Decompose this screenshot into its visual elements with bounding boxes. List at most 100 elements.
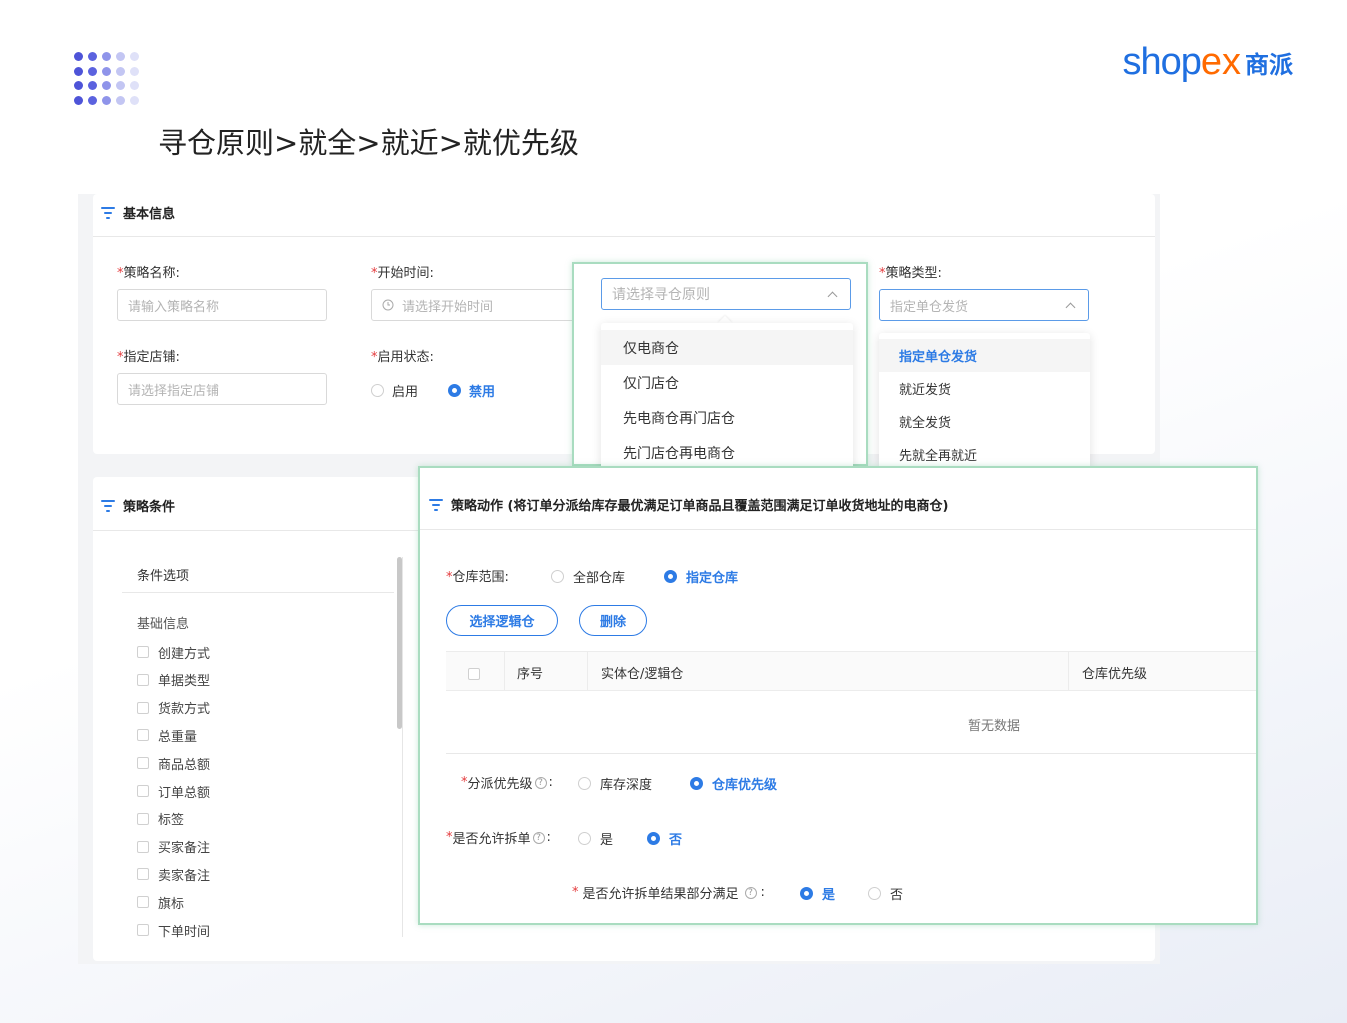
decorative-dot — [130, 52, 139, 61]
principle-select[interactable]: 请选择寻仓原则 — [601, 278, 851, 310]
logo-shop-text: shop — [1122, 40, 1201, 83]
principle-option-ecom-then-store[interactable]: 先电商仓再门店仓 — [601, 400, 853, 435]
principle-option-ecom-only[interactable]: 仅电商仓 — [601, 330, 853, 365]
select-logic-warehouse-button[interactable]: 选择逻辑仓 — [446, 605, 558, 636]
principle-dropdown: 仅电商仓 仅门店仓 先电商仓再门店仓 先门店仓再电商仓 — [601, 323, 853, 479]
principle-option-store-only[interactable]: 仅门店仓 — [601, 365, 853, 400]
logo-ex-text: ex — [1200, 40, 1241, 83]
condition-checkbox[interactable] — [137, 701, 149, 714]
type-option-single[interactable]: 指定单仓发货 — [879, 339, 1090, 372]
condition-item[interactable]: 下单时间 — [137, 921, 211, 940]
condition-item-label: 下单时间 — [158, 924, 211, 940]
radio-circle-selected — [448, 384, 461, 397]
condition-item-label: 标签 — [158, 813, 185, 829]
start-time-label: *开始时间: — [371, 266, 434, 281]
action-title-text: 策略动作 (将订单分派给库存最优满足订单商品且覆盖范围满足订单收货地址的电商仓) — [451, 499, 949, 514]
radio-circle-selected — [664, 570, 677, 583]
decorative-dot — [102, 95, 111, 105]
type-option-complete-then-nearest[interactable]: 先就全再就近 — [879, 438, 1090, 467]
condition-checkbox[interactable] — [137, 729, 149, 742]
condition-item[interactable]: 买家备注 — [137, 838, 210, 856]
help-icon[interactable]: ? — [532, 831, 545, 844]
conditions-title: 策略条件 — [101, 496, 175, 515]
range-specified-radio[interactable]: 指定仓库 — [664, 567, 738, 586]
strategy-name-placeholder: 请输入策略名称 — [128, 299, 220, 315]
condition-checkbox[interactable] — [137, 673, 149, 686]
decorative-dot — [130, 66, 139, 76]
start-time-input[interactable]: 请选择开始时间 — [371, 289, 581, 321]
condition-checkbox[interactable] — [137, 757, 149, 770]
condition-item[interactable]: 旗标 — [137, 893, 184, 912]
condition-checkbox[interactable] — [137, 868, 149, 881]
condition-item[interactable]: 卖家备注 — [137, 865, 211, 884]
type-option-complete[interactable]: 就全发货 — [879, 405, 1090, 438]
condition-item[interactable]: 总重量 — [137, 726, 197, 745]
condition-checkbox[interactable] — [137, 812, 149, 825]
divider — [402, 557, 403, 937]
radio-circle-selected — [690, 777, 703, 790]
logo-cn-text: 商派 — [1245, 50, 1293, 79]
status-label: *启用状态: — [371, 350, 434, 365]
status-disable-radio[interactable]: 禁用 — [448, 381, 495, 400]
strategy-name-label: *策略名称: — [117, 266, 180, 281]
decorative-dot — [74, 66, 83, 76]
range-all-radio[interactable]: 全部仓库 — [551, 567, 625, 586]
condition-checkbox[interactable] — [137, 840, 149, 853]
condition-checkbox[interactable] — [137, 785, 149, 797]
filter-icon — [101, 206, 115, 219]
conditions-title-text: 策略条件 — [123, 500, 176, 515]
decorative-dot — [74, 81, 83, 90]
strategy-type-select[interactable]: 指定单仓发货 — [879, 289, 1089, 321]
condition-item[interactable]: 创建方式 — [137, 643, 210, 662]
delete-button[interactable]: 删除 — [579, 605, 647, 636]
select-all-checkbox[interactable] — [468, 665, 480, 684]
dispatch-stock-radio[interactable]: 库存深度 — [578, 774, 652, 793]
strategy-type-dropdown: 指定单仓发货 就近发货 就全发货 先就全再就近 — [879, 333, 1090, 467]
type-option-nearest[interactable]: 就近发货 — [879, 372, 1090, 405]
condition-item-label: 订单总额 — [158, 785, 211, 801]
divider — [1068, 651, 1069, 691]
condition-item-label: 商品总额 — [158, 757, 211, 773]
condition-item[interactable]: 单据类型 — [137, 671, 210, 689]
action-highlight-box — [418, 466, 1258, 925]
shop-placeholder: 请选择指定店铺 — [128, 383, 220, 399]
condition-checkbox[interactable] — [137, 924, 149, 936]
condition-item[interactable]: 订单总额 — [137, 782, 211, 801]
strategy-type-label: *策略类型: — [879, 266, 942, 281]
status-enable-radio[interactable]: 启用 — [371, 381, 418, 400]
basic-info-title-text: 基本信息 — [123, 207, 176, 222]
condition-checkbox[interactable] — [137, 646, 149, 658]
decorative-dot — [130, 95, 139, 105]
decorative-dot — [88, 52, 97, 61]
decorative-dot — [116, 95, 125, 105]
help-icon[interactable]: ? — [534, 776, 547, 789]
partial-no-radio[interactable]: 否 — [868, 884, 903, 903]
col-priority: 仓库优先级 — [1082, 667, 1148, 682]
split-no-radio[interactable]: 否 — [647, 829, 682, 848]
basic-info-title: 基本信息 — [101, 203, 175, 222]
split-yes-radio[interactable]: 是 — [578, 829, 613, 848]
decorative-dot — [116, 52, 125, 61]
condition-list: 创建方式单据类型货款方式总重量商品总额订单总额标签买家备注卖家备注旗标下单时间 — [137, 643, 337, 943]
condition-checkbox[interactable] — [137, 896, 149, 909]
condition-item[interactable]: 标签 — [137, 810, 184, 828]
strategy-name-input[interactable]: 请输入策略名称 — [117, 289, 327, 321]
table-empty-text: 暂无数据 — [968, 719, 1021, 734]
decorative-dot-grid — [74, 52, 144, 108]
help-icon[interactable]: ? — [744, 886, 757, 899]
radio-circle — [578, 832, 591, 845]
action-title: 策略动作 (将订单分派给库存最优满足订单商品且覆盖范围满足订单收货地址的电商仓) — [429, 495, 948, 514]
decorative-dot — [116, 66, 125, 76]
shopex-logo: shop ex 商派 — [1122, 40, 1293, 83]
radio-circle — [371, 384, 384, 397]
principle-placeholder: 请选择寻仓原则 — [612, 287, 710, 303]
shop-label: *指定店铺: — [117, 350, 180, 365]
dispatch-priority-radio[interactable]: 仓库优先级 — [690, 774, 777, 793]
condition-item-label: 单据类型 — [158, 674, 211, 690]
condition-item[interactable]: 商品总额 — [137, 754, 211, 773]
principle-option-store-then-ecom[interactable]: 先门店仓再电商仓 — [601, 435, 853, 470]
condition-item-label: 卖家备注 — [158, 868, 211, 884]
condition-item[interactable]: 货款方式 — [137, 699, 210, 717]
partial-yes-radio[interactable]: 是 — [800, 884, 835, 903]
shop-select[interactable]: 请选择指定店铺 — [117, 373, 327, 405]
